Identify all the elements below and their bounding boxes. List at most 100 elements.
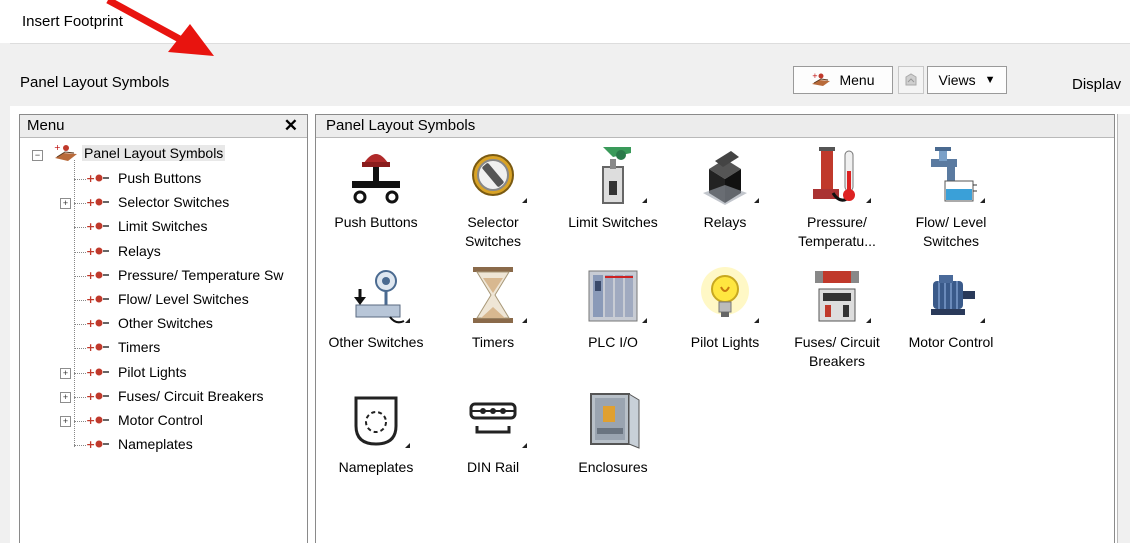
tree-item-label: Push Buttons: [118, 170, 202, 186]
tree-branch-line: [74, 396, 86, 398]
symbol-tile[interactable]: Push Buttons: [320, 145, 432, 232]
menu-panel: Menu ✕ − + Panel Layout Symbols + Push Bu…: [19, 114, 308, 543]
svg-text:+: +: [86, 220, 95, 232]
hourglass-icon: [463, 265, 527, 325]
window-left-edge: [0, 43, 10, 543]
submenu-indicator-icon: [522, 198, 527, 203]
symbols-panel-header: Panel Layout Symbols: [316, 115, 1114, 138]
toolbar: Panel Layout Symbols + Menu Views ▼ Disp…: [10, 43, 1130, 106]
tree-branch-line: [74, 372, 86, 374]
symbol-tile[interactable]: DIN Rail: [437, 390, 549, 477]
svg-text:+: +: [812, 72, 818, 80]
views-dropdown[interactable]: Views ▼: [927, 66, 1007, 94]
tree-item[interactable]: + Timers: [20, 336, 307, 360]
tree-branch-line: [74, 227, 86, 229]
svg-text:+: +: [86, 317, 95, 329]
tree-item[interactable]: + + Motor Control: [20, 409, 307, 433]
push-button-icon: [346, 145, 406, 205]
symbol-tile[interactable]: Other Switches: [320, 265, 432, 352]
light-bulb-icon: [695, 265, 759, 325]
pressure-temperature-icon: [807, 145, 871, 205]
symbol-tile[interactable]: Enclosures: [557, 390, 669, 477]
symbol-tile[interactable]: Selector Switches: [437, 145, 549, 251]
connector-icon: +: [86, 365, 110, 381]
symbol-tile-label: Pressure/ Temperatu...: [798, 214, 876, 249]
expand-toggle[interactable]: +: [60, 367, 71, 379]
svg-text:+: +: [86, 196, 95, 208]
history-icon: [905, 73, 917, 86]
menu-button[interactable]: + Menu: [793, 66, 893, 94]
right-scroll-edge: [1117, 114, 1130, 543]
tree-item[interactable]: + Relays: [20, 240, 307, 264]
submenu-indicator-icon: [642, 318, 647, 323]
connector-icon: +: [86, 292, 110, 308]
menu-button-label: Menu: [839, 72, 875, 88]
connector-icon: +: [86, 268, 110, 284]
enclosure-icon: [583, 390, 643, 450]
svg-text:+: +: [86, 414, 95, 426]
symbol-tile-label: Relays: [703, 214, 747, 230]
din-rail-icon: [463, 390, 527, 450]
tree-item[interactable]: + Push Buttons: [20, 167, 307, 191]
panel-layout-icon: +: [54, 143, 78, 166]
tree-item[interactable]: + Limit Switches: [20, 215, 307, 239]
svg-text:+: +: [86, 245, 95, 257]
symbol-tile[interactable]: Nameplates: [320, 390, 432, 477]
svg-text:+: +: [86, 341, 95, 353]
tree-item-label: Selector Switches: [118, 194, 230, 211]
tree-item-label: Relays: [118, 242, 161, 259]
tree-branch-line: [74, 420, 86, 422]
symbol-tile[interactable]: Pressure/ Temperatu...: [781, 145, 893, 251]
tree-branch-line: [74, 299, 86, 301]
close-icon[interactable]: ✕: [284, 115, 298, 137]
symbol-tile[interactable]: Fuses/ Circuit Breakers: [781, 265, 893, 371]
expand-toggle[interactable]: +: [60, 415, 71, 427]
menu-panel-header: Menu ✕: [20, 115, 307, 138]
submenu-indicator-icon: [405, 318, 410, 323]
symbol-tile[interactable]: Pilot Lights: [669, 265, 781, 352]
toolbar-section-title: Panel Layout Symbols: [20, 74, 170, 91]
symbols-panel: Panel Layout Symbols Push Buttons Selecto…: [315, 114, 1115, 543]
tree-item[interactable]: + + Fuses/ Circuit Breakers: [20, 385, 307, 409]
expand-toggle[interactable]: +: [60, 391, 71, 403]
submenu-indicator-icon: [522, 443, 527, 448]
symbol-tile[interactable]: Relays: [669, 145, 781, 232]
tree-item-label: Flow/ Level Switches: [118, 290, 249, 307]
symbol-tile-label: DIN Rail: [466, 459, 520, 475]
caret-down-icon: ▼: [984, 74, 996, 86]
tree-item[interactable]: + Flow/ Level Switches: [20, 288, 307, 312]
submenu-indicator-icon: [866, 318, 871, 323]
tree-item-label: Fuses/ Circuit Breakers: [118, 387, 264, 404]
symbol-tile[interactable]: Timers: [437, 265, 549, 352]
relay-icon: [695, 145, 759, 205]
tree-item[interactable]: + + Pilot Lights: [20, 361, 307, 385]
connector-icon: +: [86, 171, 110, 187]
symbol-tile[interactable]: Limit Switches: [557, 145, 669, 232]
collapse-toggle[interactable]: −: [32, 150, 43, 161]
history-button[interactable]: [898, 66, 924, 94]
connector-icon: +: [86, 316, 110, 332]
symbol-tile-label: Enclosures: [578, 459, 648, 475]
symbol-tile-label: Pilot Lights: [690, 334, 760, 350]
tree-item[interactable]: + Nameplates: [20, 433, 307, 457]
submenu-indicator-icon: [642, 198, 647, 203]
tree-branch-line: [74, 445, 86, 447]
tree-item[interactable]: + Other Switches: [20, 312, 307, 336]
tree-root[interactable]: − + Panel Layout Symbols: [20, 142, 307, 167]
symbol-tile-label: Other Switches: [328, 334, 424, 350]
symbol-tile[interactable]: Motor Control: [895, 265, 1007, 352]
symbol-tile[interactable]: Flow/ Level Switches: [895, 145, 1007, 251]
connector-icon: +: [86, 219, 110, 235]
symbol-tile[interactable]: PLC I/O: [557, 265, 669, 352]
submenu-indicator-icon: [522, 318, 527, 323]
plc-io-icon: [583, 265, 647, 325]
tree-item[interactable]: + + Selector Switches: [20, 191, 307, 215]
menu-panel-title: Menu: [27, 117, 65, 134]
tree-item[interactable]: + Pressure/ Temperature Sw: [20, 264, 307, 288]
selector-switch-icon: [463, 145, 527, 205]
expand-toggle[interactable]: +: [60, 198, 71, 210]
tree-item-label: Other Switches: [118, 315, 213, 332]
submenu-indicator-icon: [754, 198, 759, 203]
flow-level-icon: [921, 145, 985, 205]
limit-switch-icon: [583, 145, 647, 205]
